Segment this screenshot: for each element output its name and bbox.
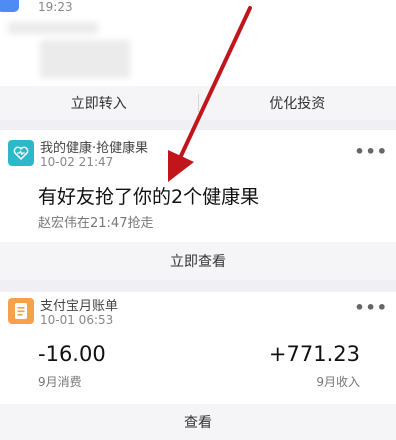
transfer-action-bar: 立即转入 优化投资 — [0, 86, 396, 120]
income-amount: +771.23 — [268, 342, 360, 366]
notification-card-bill[interactable]: 支付宝月账单 10-01 06:53 ••• -16.00 9月消费 +771.… — [0, 292, 396, 404]
notification-time: 10-01 06:53 — [40, 313, 114, 327]
notification-time: 10-02 21:47 — [40, 155, 114, 169]
app-name: 我的健康·抢健康果 — [40, 141, 149, 156]
notification-headline: 有好友抢了你的2个健康果 — [38, 186, 260, 208]
bill-icon — [8, 298, 34, 324]
blurred-content — [8, 22, 98, 34]
more-options-icon[interactable]: ••• — [354, 298, 388, 317]
app-icon — [0, 0, 19, 12]
notification-time: 19:23 — [38, 0, 73, 14]
spend-amount: -16.00 — [38, 342, 106, 366]
notification-card-health[interactable]: 我的健康·抢健康果 10-02 21:47 ••• 有好友抢了你的2个健康果 赵… — [0, 130, 396, 242]
transfer-in-button[interactable]: 立即转入 — [0, 93, 198, 113]
optimize-invest-button[interactable]: 优化投资 — [199, 93, 396, 113]
notification-card-transfer[interactable]: 19:23 — [0, 0, 396, 86]
blurred-content — [40, 40, 130, 78]
more-options-icon[interactable]: ••• — [354, 142, 388, 161]
income-label: 9月收入 — [316, 375, 360, 389]
heart-icon — [8, 140, 34, 166]
view-bill-button[interactable]: 查看 — [0, 412, 396, 432]
view-now-button[interactable]: 立即查看 — [0, 251, 396, 271]
app-name: 支付宝月账单 — [40, 299, 119, 314]
spend-label: 9月消费 — [38, 375, 82, 389]
health-action-bar: 立即查看 — [0, 242, 396, 280]
notification-detail: 赵宏伟在21:47抢走 — [38, 216, 154, 231]
bill-action-bar: 查看 — [0, 404, 396, 440]
